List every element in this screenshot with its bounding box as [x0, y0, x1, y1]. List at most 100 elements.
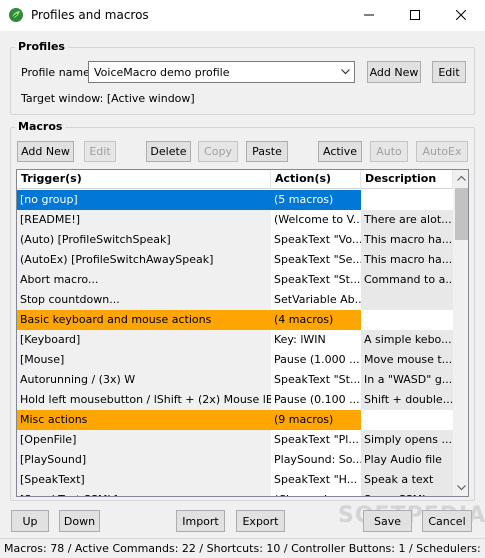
action-cell: Pause (1.000 ... [271, 350, 361, 370]
group-header-row[interactable]: [no group] (5 macros) [17, 190, 453, 210]
table-row[interactable]: Abort macro... SpeakText "St... Command to… [17, 270, 453, 290]
description-cell: In a "WASD" g... [361, 370, 453, 390]
description-cell: Move mouse t... [361, 350, 453, 370]
table-header: Trigger(s) Action(s) Description [17, 170, 453, 189]
add-new-profile-button[interactable]: Add New [367, 61, 421, 83]
voicemacro-leaf-icon [9, 8, 23, 22]
action-cell: SpeakText "H... [271, 470, 361, 490]
trigger-cell: Basic keyboard and mouse actions [20, 313, 212, 326]
action-cell: SetVariable Ab... [271, 290, 361, 310]
table-row[interactable]: Autorunning / (3x) W SpeakText "St... In a… [17, 370, 453, 390]
trigger-cell: Stop countdown... [17, 290, 271, 310]
minimize-icon [364, 14, 374, 16]
description-cell: There are alot... [361, 210, 453, 230]
maximize-button[interactable] [392, 0, 438, 31]
edit-macro-button[interactable]: Edit [84, 141, 116, 162]
description-cell: Command to a... [361, 270, 453, 290]
description-cell [361, 190, 453, 210]
maximize-icon [410, 10, 420, 20]
scroll-up-arrow-icon[interactable] [457, 175, 466, 181]
trigger-cell: [Mouse] [17, 350, 271, 370]
import-button[interactable]: Import [176, 510, 225, 532]
description-cell: Some SSML m... [361, 490, 453, 496]
trigger-cell: [README!] [17, 210, 271, 230]
status-text: Macros: 78 / Active Commands: 22 / Short… [4, 542, 485, 555]
table-row[interactable]: [README!] (Welcome to V... There are alot.… [17, 210, 453, 230]
trigger-cell: Autorunning / (3x) W [17, 370, 271, 390]
status-bar: Macros: 78 / Active Commands: 22 / Short… [0, 538, 485, 558]
trigger-cell: Hold left mousebutton / lShift + (2x) Mo… [17, 390, 271, 410]
scrollbar-thumb[interactable] [455, 188, 468, 240]
close-icon [456, 10, 466, 20]
group-header-row[interactable]: Basic keyboard and mouse actions (4 macr… [17, 310, 453, 330]
title-bar: Profiles and macros [0, 0, 485, 31]
description-cell: Play Audio file [361, 450, 453, 470]
active-toggle-button[interactable]: Active [318, 141, 362, 162]
profile-select[interactable]: VoiceMacro demo profile [88, 61, 355, 83]
target-window-text: Target window: [Active window] [21, 92, 195, 105]
table-row[interactable]: [OpenFile] SpeakText "Pl... Simply opens .… [17, 430, 453, 450]
macros-group-label: Macros [15, 120, 66, 133]
column-header-actions[interactable]: Action(s) [271, 170, 361, 189]
table-row[interactable]: (Auto) [ProfileSwitchSpeak] SpeakText "Vo… [17, 230, 453, 250]
cancel-button[interactable]: Cancel [422, 510, 472, 532]
paste-macro-button[interactable]: Paste [246, 141, 288, 162]
trigger-cell: [SpeakText] [17, 470, 271, 490]
trigger-cell: (AutoEx) [ProfileSwitchAwaySpeak] [17, 250, 271, 270]
export-button[interactable]: Export [236, 510, 285, 532]
action-cell: Pause (0.100 ... [271, 390, 361, 410]
move-up-button[interactable]: Up [11, 510, 49, 532]
action-cell: (9 macros) [274, 413, 334, 426]
save-button[interactable]: Save [363, 510, 412, 532]
trigger-cell: [PlaySound] [17, 450, 271, 470]
action-cell: PlaySound: So... [271, 450, 361, 470]
table-row[interactable]: [Keyboard] Key: lWIN A simple kebo... [17, 330, 453, 350]
autoex-toggle-button[interactable]: AutoEx [416, 141, 468, 162]
vertical-scrollbar[interactable] [453, 170, 468, 496]
move-down-button[interactable]: Down [59, 510, 100, 532]
description-cell: A simple kebo... [361, 330, 453, 350]
action-cell: SpeakText "Se... [271, 250, 361, 270]
action-cell: (5 macros) [274, 193, 334, 206]
action-cell: (Welcome to V... [271, 210, 361, 230]
profile-name-label: Profile name [21, 66, 90, 79]
close-button[interactable] [438, 0, 484, 31]
table-row[interactable]: (AutoEx) [ProfileSwitchAwaySpeak] SpeakTe… [17, 250, 453, 270]
action-cell: (4 macros) [274, 313, 334, 326]
table-row[interactable]: Hold left mousebutton / lShift + (2x) Mo… [17, 390, 453, 410]
table-row[interactable]: [SpeakText] SpeakText "H... Speak a text [17, 470, 453, 490]
trigger-cell: [no group] [20, 193, 78, 206]
scroll-down-arrow-icon[interactable] [457, 485, 466, 491]
description-cell: Simply opens ... [361, 430, 453, 450]
edit-profile-button[interactable]: Edit [432, 61, 466, 83]
minimize-button[interactable] [346, 0, 392, 31]
window-title: Profiles and macros [31, 8, 149, 22]
description-cell: Speak a text [361, 470, 453, 490]
action-cell: Key: lWIN [271, 330, 361, 350]
table-row[interactable]: [Mouse] Pause (1.000 ... Move mouse t... [17, 350, 453, 370]
group-header-row[interactable]: Misc actions (9 macros) [17, 410, 453, 430]
add-new-macro-button[interactable]: Add New [17, 141, 74, 162]
macros-table[interactable]: Trigger(s) Action(s) Description [no gro… [16, 169, 469, 497]
action-cell: SpeakText "Vo... [271, 230, 361, 250]
trigger-cell: Misc actions [20, 413, 88, 426]
description-cell [361, 410, 453, 430]
delete-macro-button[interactable]: Delete [146, 141, 191, 162]
action-cell: (Change Lang... [271, 490, 361, 496]
table-row[interactable]: [PlaySound] PlaySound: So... Play Audio fi… [17, 450, 453, 470]
trigger-cell: Abort macro... [17, 270, 271, 290]
profile-select-value: VoiceMacro demo profile [94, 66, 230, 79]
column-header-triggers[interactable]: Trigger(s) [17, 170, 271, 189]
table-row[interactable]: Stop countdown... SetVariable Ab... [17, 290, 453, 310]
copy-macro-button[interactable]: Copy [198, 141, 238, 162]
action-cell: SpeakText "St... [271, 270, 361, 290]
column-header-description[interactable]: Description [361, 170, 453, 189]
auto-toggle-button[interactable]: Auto [370, 141, 408, 162]
description-cell [361, 290, 453, 310]
description-cell: This macro ha... [361, 230, 453, 250]
description-cell [361, 310, 453, 330]
table-row[interactable]: [SpeakText SSML](Change Lang...Some SSML… [17, 490, 453, 496]
action-cell: SpeakText "Pl... [271, 430, 361, 450]
action-cell: SpeakText "St... [271, 370, 361, 390]
chevron-down-icon [341, 69, 350, 75]
